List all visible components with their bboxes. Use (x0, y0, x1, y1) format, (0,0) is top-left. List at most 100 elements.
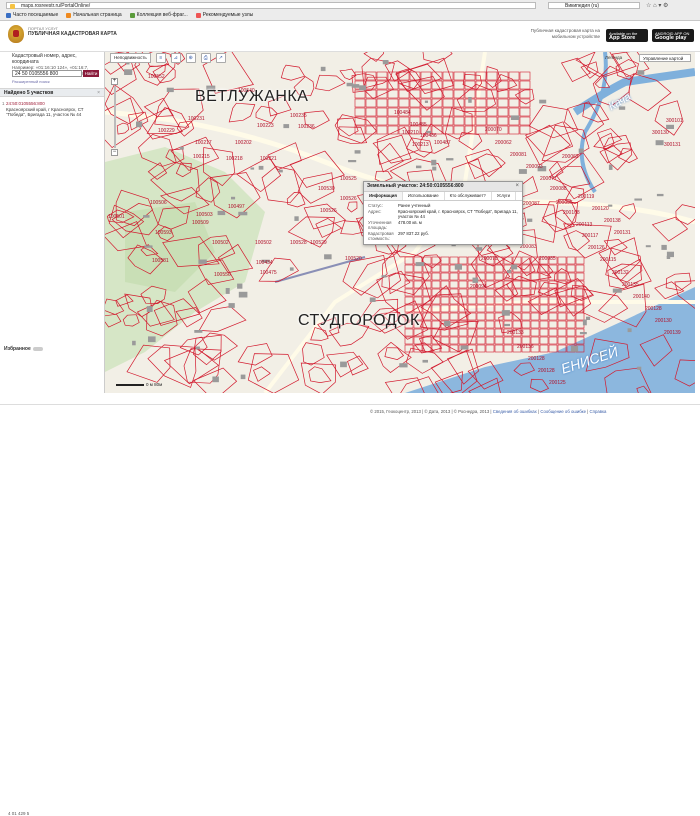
parcel[interactable] (449, 312, 459, 321)
parcel[interactable] (363, 52, 385, 62)
parcel[interactable] (548, 328, 558, 337)
parcel[interactable] (566, 312, 576, 321)
parcel[interactable] (376, 107, 388, 117)
parcel[interactable] (376, 80, 388, 90)
view-select[interactable]: Неподвижность (110, 53, 151, 63)
parcel[interactable] (512, 320, 522, 329)
parcel[interactable] (519, 98, 531, 108)
parcel[interactable] (521, 312, 531, 321)
zoom-out-button[interactable]: − (111, 149, 118, 156)
parcel[interactable] (365, 98, 377, 108)
parcel[interactable] (530, 320, 540, 329)
parcel[interactable] (485, 328, 495, 337)
parcel[interactable] (315, 74, 346, 92)
parcel[interactable] (486, 116, 498, 126)
share-icon[interactable]: ↗ (215, 53, 226, 63)
bookmark-home[interactable]: Начальная страница (66, 12, 122, 18)
parcel[interactable] (548, 312, 558, 321)
parcel[interactable] (557, 320, 567, 329)
parcel[interactable] (387, 98, 399, 108)
search-button[interactable]: Найти (83, 70, 99, 77)
tab-services[interactable]: Услуги (492, 192, 516, 200)
parcel[interactable] (575, 320, 585, 329)
result-item[interactable]: 1 24:50:0105556:800 Красноярский край, г… (2, 101, 96, 118)
parcel[interactable] (431, 116, 443, 126)
parcel[interactable] (253, 366, 271, 382)
parcel[interactable] (519, 107, 531, 117)
url-bar[interactable]: maps.rosreestr.ru/PortalOnline/ (6, 2, 536, 9)
parcel[interactable] (116, 122, 130, 135)
parcel[interactable] (365, 80, 377, 90)
parcel[interactable] (464, 71, 476, 81)
parcel[interactable] (458, 280, 468, 289)
parcel[interactable] (449, 296, 459, 305)
parcel[interactable] (442, 71, 454, 81)
parcel[interactable] (376, 98, 388, 108)
parcel[interactable] (449, 328, 459, 337)
browser-search-box[interactable]: Википедия (ru) (548, 2, 640, 9)
parcel[interactable] (413, 328, 423, 337)
parcel[interactable] (521, 304, 531, 313)
parcel[interactable] (398, 98, 410, 108)
parcel[interactable] (395, 63, 442, 92)
parcel[interactable] (539, 328, 549, 337)
parcel[interactable] (431, 272, 441, 281)
ruler-icon[interactable]: ⊿ (170, 53, 181, 63)
parcel[interactable] (508, 107, 520, 117)
tab-service[interactable]: Кто обслуживает? (445, 192, 492, 200)
parcel[interactable] (508, 71, 520, 81)
parcel[interactable] (476, 264, 486, 273)
parcel[interactable] (497, 98, 509, 108)
legend-button[interactable]: Легенда (605, 55, 622, 60)
parcel[interactable] (494, 264, 504, 273)
parcel[interactable] (566, 264, 576, 273)
parcel[interactable] (398, 116, 410, 126)
parcel-info-popup[interactable]: Земельный участок: 24:50:0105556:800 × И… (363, 181, 523, 245)
parcel[interactable] (494, 280, 519, 302)
parcel[interactable] (431, 280, 441, 289)
parcel[interactable] (485, 312, 495, 321)
parcel[interactable] (519, 71, 531, 81)
parcel[interactable] (431, 312, 441, 321)
parcel[interactable] (228, 102, 256, 123)
parcel[interactable] (521, 336, 531, 345)
parcel[interactable] (453, 116, 465, 126)
parcel[interactable] (486, 107, 498, 117)
parcel[interactable] (575, 264, 585, 273)
parcel[interactable] (476, 336, 486, 345)
parcel[interactable] (475, 116, 487, 126)
parcel[interactable] (566, 256, 576, 265)
parcel[interactable] (431, 328, 441, 337)
parcel[interactable] (467, 296, 477, 305)
parcel[interactable] (548, 280, 558, 289)
parcel[interactable] (449, 256, 459, 265)
parcel[interactable] (163, 347, 220, 385)
print-icon[interactable]: ⎙ (200, 53, 211, 63)
parcel[interactable] (497, 107, 509, 117)
parcel[interactable] (420, 89, 432, 99)
favorites-toggle[interactable] (32, 346, 43, 351)
parcel[interactable] (362, 76, 395, 100)
parcel[interactable] (315, 217, 343, 238)
parcel[interactable] (354, 116, 366, 126)
parcel[interactable] (464, 80, 476, 90)
parcel[interactable] (539, 336, 549, 345)
extended-search-link[interactable]: Расширенный поиск (12, 79, 50, 84)
parcel[interactable] (497, 116, 509, 126)
bookmark-webslice[interactable]: Коллекция веб-фраг... (129, 12, 188, 18)
parcel[interactable] (503, 336, 513, 345)
parcel[interactable] (485, 272, 495, 281)
parcel[interactable] (467, 344, 477, 353)
parcel[interactable] (539, 344, 549, 353)
parcel[interactable] (539, 304, 549, 313)
parcel[interactable] (453, 107, 465, 117)
parcel[interactable] (530, 328, 540, 337)
parcel[interactable] (604, 142, 633, 171)
parcel[interactable] (339, 68, 357, 80)
parcel[interactable] (431, 320, 441, 329)
parcel[interactable] (337, 126, 368, 145)
zoom-control[interactable]: + − (111, 78, 118, 158)
parcel[interactable] (530, 256, 540, 265)
parcel[interactable] (539, 320, 549, 329)
parcel[interactable] (404, 296, 414, 305)
